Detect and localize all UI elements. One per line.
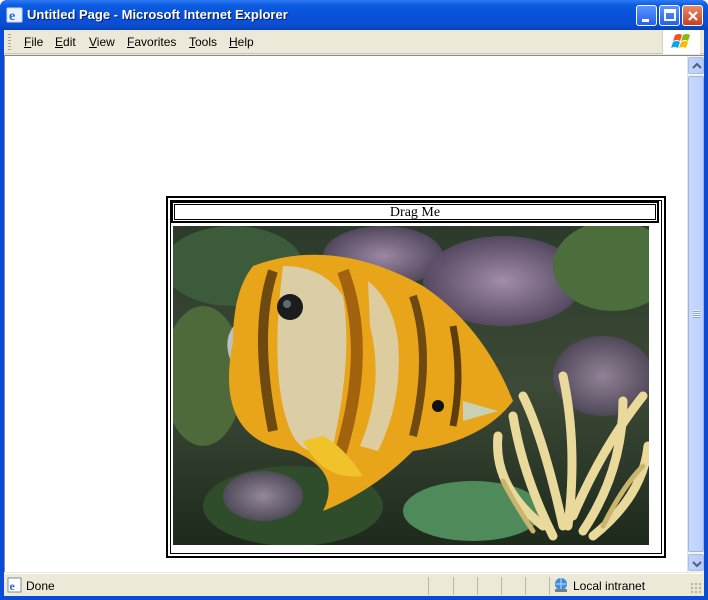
drag-me-label: Drag Me [389,205,441,220]
resize-grip[interactable] [690,582,702,594]
windows-logo-icon [662,30,700,54]
chevron-up-icon [692,62,702,69]
menu-bar: File Edit View Favorites Tools Help [4,30,704,54]
draggable-panel[interactable]: Drag Me [166,196,666,558]
browser-window: e Untitled Page - Microsoft Internet Exp… [0,0,708,600]
status-bar: e Done Local intranet [4,573,704,596]
status-text: Done [26,579,55,593]
status-divider [477,577,478,595]
menu-file[interactable]: File [24,35,43,49]
scroll-thumb[interactable] [688,76,704,552]
status-divider [501,577,502,595]
close-icon [688,11,698,21]
drag-handle[interactable]: Drag Me [171,201,659,223]
menu-help[interactable]: Help [229,35,254,49]
page-done-icon: e [7,577,22,593]
title-bar[interactable]: e Untitled Page - Microsoft Internet Exp… [0,0,708,30]
status-divider [453,577,454,595]
scroll-down-button[interactable] [688,554,704,571]
minimize-icon [642,19,649,22]
ie-logo-icon: e [6,7,23,24]
toolbar-grip[interactable] [8,33,11,51]
menu-view[interactable]: View [89,35,115,49]
chevron-down-icon [692,561,702,568]
menu-tools[interactable]: Tools [189,35,217,49]
butterflyfish-image [173,226,649,545]
status-divider [428,577,429,595]
maximize-icon [664,9,676,21]
browser-client: File Edit View Favorites Tools Help Drag… [4,30,704,596]
page-viewport[interactable]: Drag Me [4,55,704,572]
vertical-scrollbar[interactable] [687,56,704,572]
maximize-button[interactable] [659,5,680,26]
local-intranet-icon [555,578,567,592]
window-title: Untitled Page - Microsoft Internet Explo… [27,7,288,22]
scroll-up-button[interactable] [688,57,704,74]
svg-text:e: e [9,9,15,24]
menu-edit[interactable]: Edit [55,35,76,49]
status-divider [525,577,526,595]
minimize-button[interactable] [636,5,657,26]
svg-text:e: e [10,579,16,593]
thumb-grip [693,310,700,318]
menu-favorites[interactable]: Favorites [127,35,176,49]
status-divider [549,577,550,595]
security-zone-label: Local intranet [573,579,646,593]
close-button[interactable] [682,5,703,26]
